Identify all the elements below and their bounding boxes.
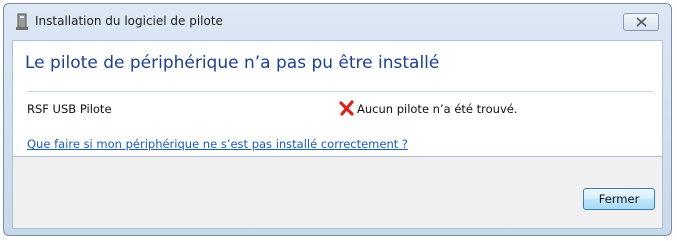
footer-bar: Fermer	[12, 157, 663, 229]
main-heading: Le pilote de périphérique n’a pas pu êtr…	[25, 53, 440, 73]
close-button[interactable]: Fermer	[583, 188, 655, 210]
status-text: Aucun pilote n’a été trouvé.	[357, 102, 518, 116]
divider	[27, 91, 654, 92]
content-area: Le pilote de périphérique n’a pas pu êtr…	[12, 40, 663, 157]
device-name: RSF USB Pilote	[27, 102, 112, 116]
window-close-button[interactable]	[623, 13, 659, 31]
title-bar[interactable]: Installation du logiciel de pilote	[4, 4, 671, 39]
window-title: Installation du logiciel de pilote	[35, 14, 223, 28]
driver-install-icon	[14, 13, 30, 31]
dialog-window: Installation du logiciel de pilote Le pi…	[3, 3, 672, 236]
help-link[interactable]: Que faire si mon périphérique ne s’est p…	[27, 137, 408, 151]
error-x-icon	[339, 100, 355, 116]
